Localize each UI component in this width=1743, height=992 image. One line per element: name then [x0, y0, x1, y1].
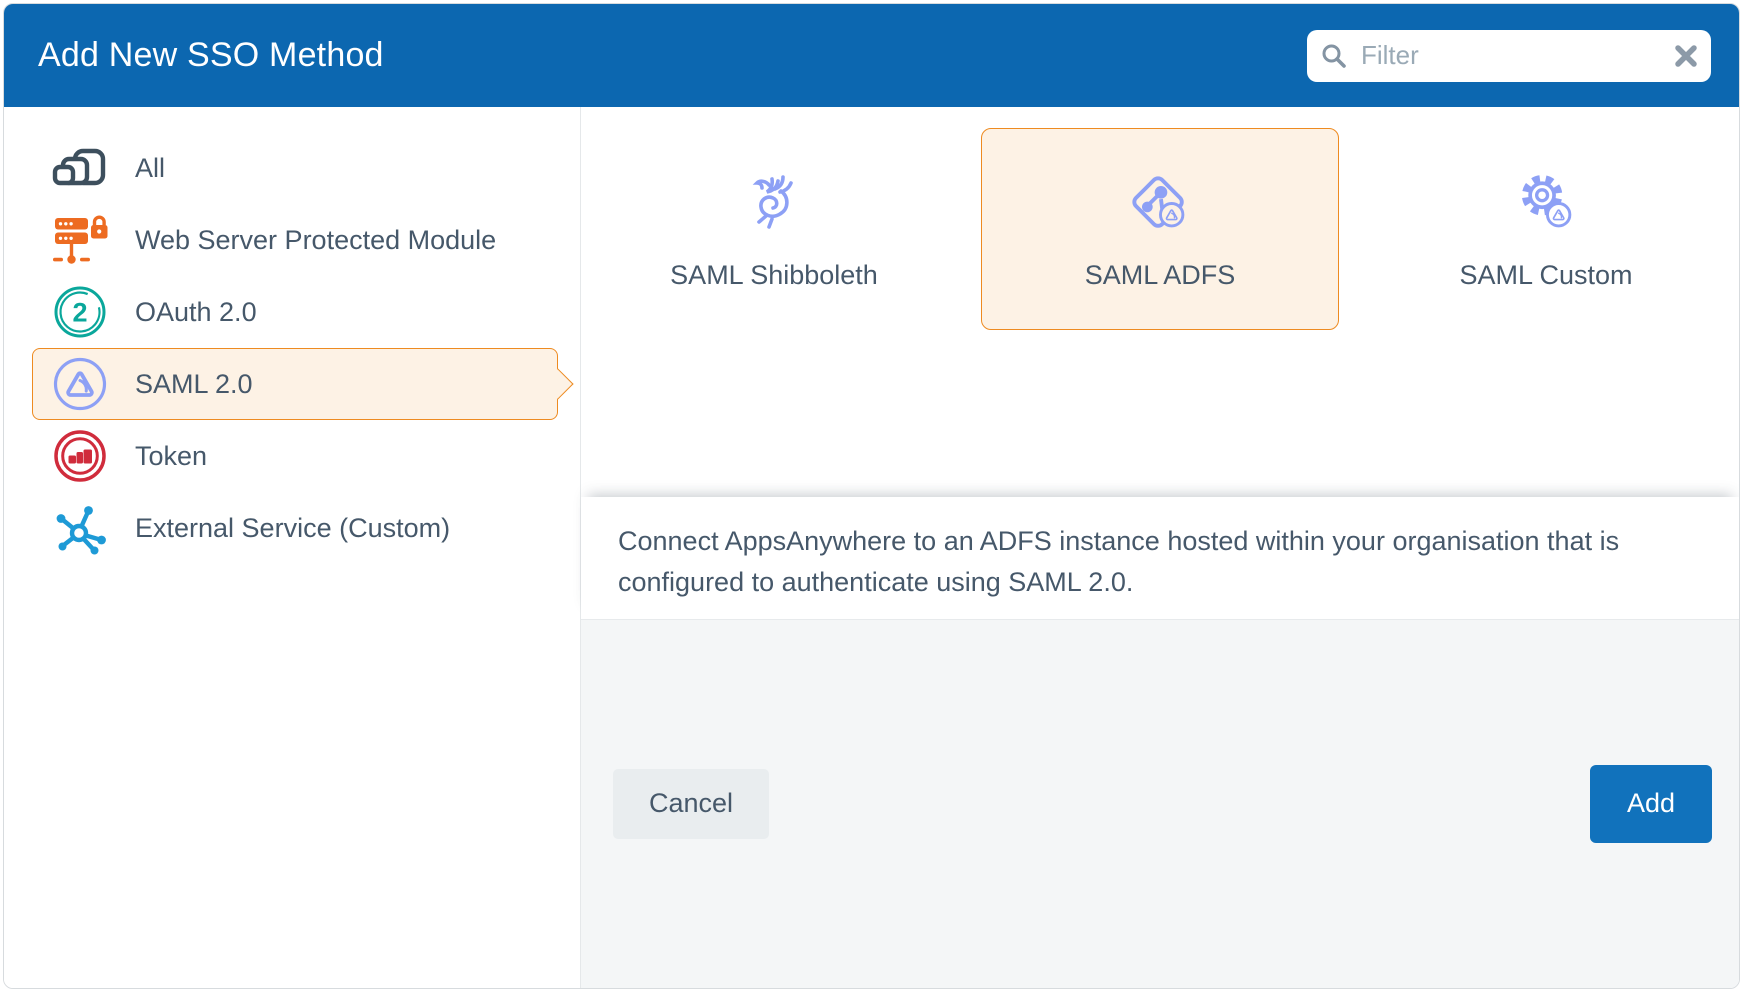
method-card-label: SAML Shibboleth	[670, 260, 878, 291]
method-card-label: SAML ADFS	[1085, 260, 1236, 291]
shibboleth-icon	[739, 168, 809, 240]
svg-text:2: 2	[72, 298, 87, 328]
add-button[interactable]: Add	[1590, 765, 1712, 843]
sidebar-item-oauth[interactable]: 2 OAuth 2.0	[32, 276, 558, 348]
sidebar-item-token[interactable]: Token	[32, 420, 558, 492]
method-card-saml-adfs[interactable]: SAML ADFS	[981, 128, 1339, 330]
method-description: Connect AppsAnywhere to an ADFS instance…	[581, 497, 1739, 619]
dialog-title: Add New SSO Method	[38, 36, 384, 75]
saml-custom-gear-icon	[1509, 168, 1583, 240]
add-sso-method-dialog: Add New SSO Method	[3, 3, 1740, 989]
saml-icon	[51, 355, 109, 413]
method-cards: SAML Shibboleth	[581, 107, 1739, 497]
all-categories-icon	[51, 139, 109, 197]
method-panel: SAML Shibboleth	[581, 107, 1739, 988]
sidebar-item-label: All	[135, 153, 165, 184]
web-server-protected-module-icon	[51, 211, 109, 269]
sidebar-item-label: Token	[135, 441, 207, 472]
filter-box	[1307, 30, 1711, 82]
token-icon	[51, 427, 109, 485]
cancel-button[interactable]: Cancel	[613, 769, 769, 839]
clear-icon[interactable]	[1674, 44, 1698, 68]
sidebar-item-saml[interactable]: SAML 2.0	[32, 348, 558, 420]
sidebar-item-web-server-protected-module[interactable]: Web Server Protected Module	[32, 204, 558, 276]
method-card-saml-custom[interactable]: SAML Custom	[1367, 128, 1725, 330]
dialog-footer: Cancel Add	[581, 619, 1739, 989]
external-service-icon	[51, 499, 109, 557]
filter-input[interactable]	[1307, 30, 1711, 82]
method-card-saml-shibboleth[interactable]: SAML Shibboleth	[595, 128, 953, 330]
dialog-header: Add New SSO Method	[4, 4, 1739, 107]
sidebar-item-label: Web Server Protected Module	[135, 225, 496, 256]
sidebar-item-external-service[interactable]: External Service (Custom)	[32, 492, 558, 564]
category-sidebar: All	[4, 107, 581, 988]
sidebar-item-all[interactable]: All	[32, 132, 558, 204]
method-card-label: SAML Custom	[1459, 260, 1632, 291]
oauth-icon: 2	[51, 283, 109, 341]
sidebar-item-label: External Service (Custom)	[135, 513, 450, 544]
sidebar-item-label: SAML 2.0	[135, 369, 253, 400]
dialog-body: All	[4, 107, 1739, 988]
search-icon	[1320, 42, 1348, 70]
adfs-icon	[1123, 168, 1197, 240]
sidebar-item-label: OAuth 2.0	[135, 297, 257, 328]
